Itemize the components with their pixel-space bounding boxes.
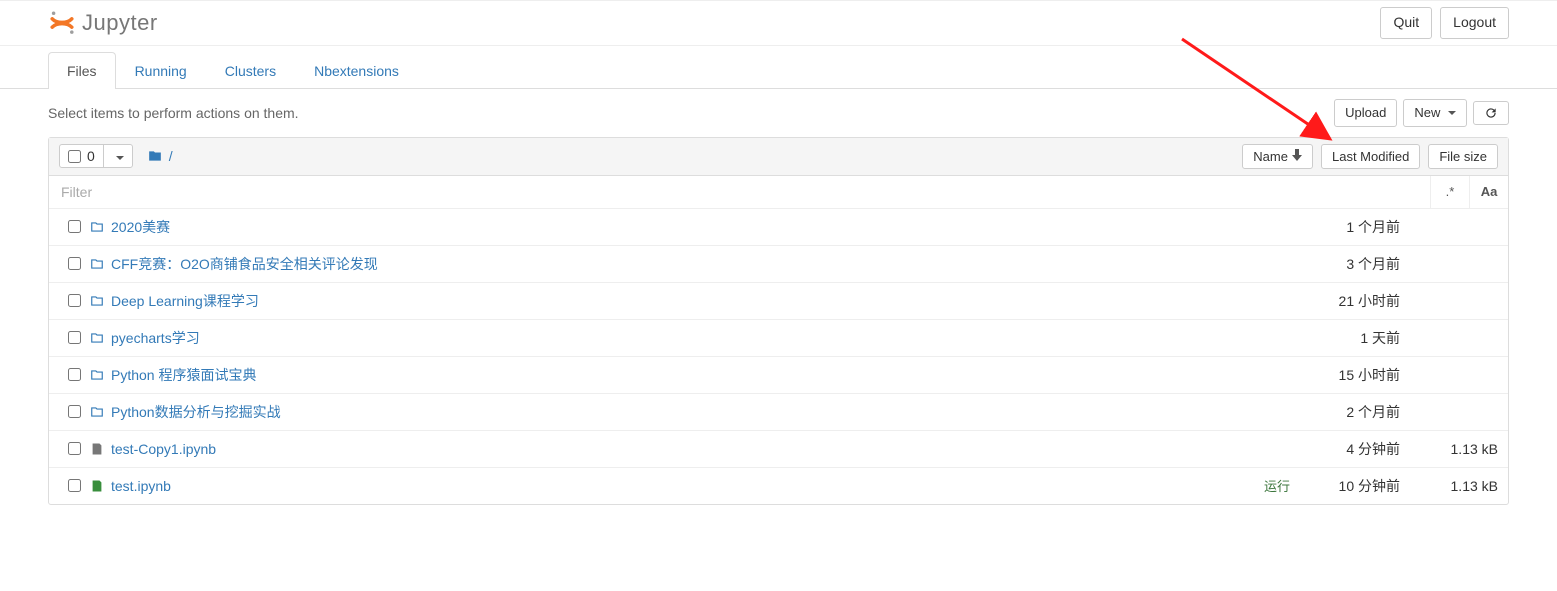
item-modified: 10 分钟前	[1300, 476, 1400, 496]
folder-icon	[147, 149, 163, 163]
list-item: 2020美赛 1 个月前	[49, 209, 1508, 246]
filter-case-button[interactable]: Aa	[1469, 176, 1508, 208]
list-item: Python 程序猿面试宝典 15 小时前	[49, 357, 1508, 394]
list-item: pyecharts学习 1 天前	[49, 320, 1508, 357]
select-all-group[interactable]: 0	[59, 144, 133, 168]
sort-size-label: File size	[1439, 149, 1487, 164]
list-item: test-Copy1.ipynb 4 分钟前 1.13 kB	[49, 431, 1508, 468]
item-name-link[interactable]: Python数据分析与挖掘实战	[111, 402, 1250, 422]
tab-running[interactable]: Running	[116, 52, 206, 89]
item-modified: 1 个月前	[1300, 217, 1400, 237]
item-modified: 3 个月前	[1300, 254, 1400, 274]
folder-icon	[89, 405, 111, 419]
filter-input[interactable]	[49, 176, 1430, 208]
filter-regex-button[interactable]: .*	[1430, 176, 1469, 208]
item-modified: 2 个月前	[1300, 402, 1400, 422]
item-name-link[interactable]: Deep Learning课程学习	[111, 291, 1250, 311]
tab-clusters[interactable]: Clusters	[206, 52, 295, 89]
tab-files[interactable]: Files	[48, 52, 116, 89]
item-status: 运行	[1250, 476, 1290, 495]
item-name-link[interactable]: Python 程序猿面试宝典	[111, 365, 1250, 385]
file-list: 0 / Name L	[48, 137, 1509, 505]
sort-modified-button[interactable]: Last Modified	[1321, 144, 1420, 169]
select-all-checkbox[interactable]	[68, 150, 81, 163]
item-name-link[interactable]: pyecharts学习	[111, 328, 1250, 348]
breadcrumb-root-label: /	[169, 148, 173, 164]
action-hint: Select items to perform actions on them.	[48, 105, 299, 121]
item-modified: 15 小时前	[1300, 365, 1400, 385]
select-dropdown[interactable]	[104, 145, 132, 167]
folder-icon	[89, 368, 111, 382]
row-checkbox[interactable]	[68, 479, 81, 492]
upload-button[interactable]: Upload	[1334, 99, 1397, 127]
select-count: 0	[87, 148, 95, 164]
tabs: FilesRunningClustersNbextensions	[0, 52, 1557, 89]
logout-button[interactable]: Logout	[1440, 7, 1509, 39]
quit-button[interactable]: Quit	[1380, 7, 1432, 39]
new-dropdown-button[interactable]: New	[1403, 99, 1467, 127]
sort-modified-label: Last Modified	[1332, 149, 1409, 164]
row-checkbox[interactable]	[68, 220, 81, 233]
refresh-button[interactable]	[1473, 101, 1509, 125]
row-checkbox[interactable]	[68, 368, 81, 381]
item-name-link[interactable]: 2020美赛	[111, 217, 1250, 237]
row-checkbox[interactable]	[68, 442, 81, 455]
jupyter-logo-icon	[48, 9, 76, 37]
item-modified: 1 天前	[1300, 328, 1400, 348]
item-name-link[interactable]: CFF竞赛：O2O商铺食品安全相关评论发现	[111, 254, 1250, 274]
sort-name-label: Name	[1253, 149, 1288, 164]
list-item: Python数据分析与挖掘实战 2 个月前	[49, 394, 1508, 431]
list-item: Deep Learning课程学习 21 小时前	[49, 283, 1508, 320]
item-size: 1.13 kB	[1408, 441, 1498, 457]
row-checkbox[interactable]	[68, 331, 81, 344]
sort-down-icon	[1292, 149, 1302, 164]
new-label: New	[1414, 105, 1440, 120]
item-name-link[interactable]: test-Copy1.ipynb	[111, 441, 1250, 457]
item-name-link[interactable]: test.ipynb	[111, 478, 1250, 494]
row-checkbox[interactable]	[68, 294, 81, 307]
list-item: test.ipynb运行 10 分钟前 1.13 kB	[49, 468, 1508, 504]
folder-icon	[89, 331, 111, 345]
caret-down-icon	[116, 156, 124, 160]
item-modified: 4 分钟前	[1300, 439, 1400, 459]
notebook-icon	[89, 442, 111, 456]
sort-size-button[interactable]: File size	[1428, 144, 1498, 169]
refresh-icon	[1484, 106, 1498, 120]
folder-icon	[89, 257, 111, 271]
row-checkbox[interactable]	[68, 405, 81, 418]
notebook-running-icon	[89, 479, 111, 493]
tab-nbextensions[interactable]: Nbextensions	[295, 52, 418, 89]
row-checkbox[interactable]	[68, 257, 81, 270]
folder-icon	[89, 294, 111, 308]
jupyter-logo[interactable]: Jupyter	[48, 9, 158, 37]
sort-name-button[interactable]: Name	[1242, 144, 1313, 169]
list-item: CFF竞赛：O2O商铺食品安全相关评论发现 3 个月前	[49, 246, 1508, 283]
breadcrumb-root[interactable]: /	[147, 148, 173, 164]
caret-down-icon	[1448, 111, 1456, 115]
jupyter-logo-text: Jupyter	[82, 10, 158, 36]
item-size: 1.13 kB	[1408, 478, 1498, 494]
item-modified: 21 小时前	[1300, 291, 1400, 311]
folder-icon	[89, 220, 111, 234]
page-root: Jupyter Quit Logout FilesRunningClusters…	[0, 0, 1557, 505]
